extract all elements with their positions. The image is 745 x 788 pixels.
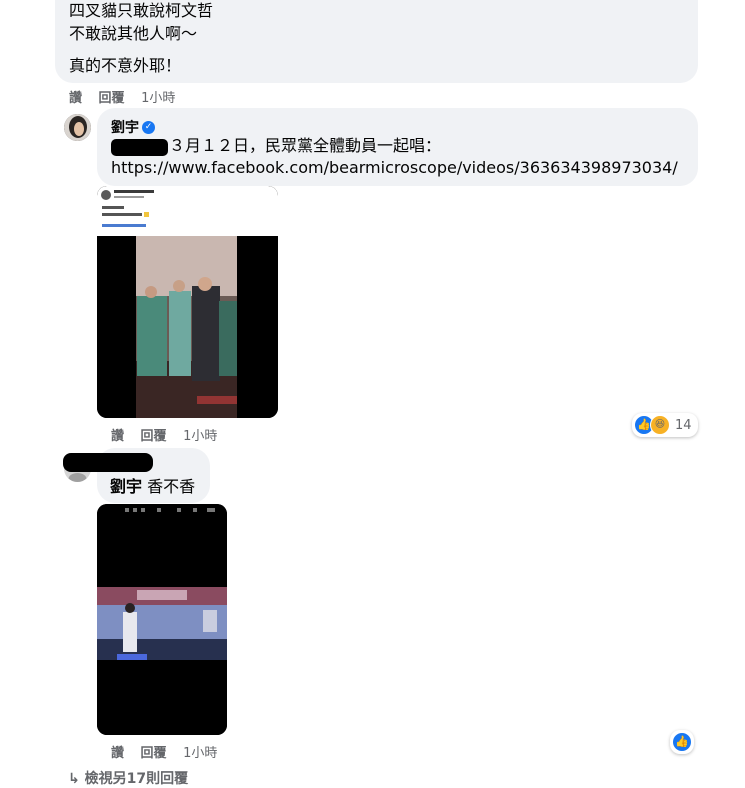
- video-preview-image: [97, 504, 227, 735]
- like-button[interactable]: 讚: [111, 746, 124, 761]
- reaction-summary[interactable]: 👍: [670, 730, 694, 754]
- comment-text-line: 不敢說其他人啊～: [69, 24, 198, 43]
- comment-text: ３月１２日，民眾黨全體動員一起唱：: [169, 136, 442, 155]
- reaction-summary[interactable]: 👍 😆 14: [632, 413, 698, 437]
- mention-link[interactable]: 劉宇: [110, 477, 142, 496]
- comment-actions: 讚 回覆 1小時: [111, 425, 229, 444]
- verified-badge-icon: ✓: [142, 121, 155, 134]
- thumbs-up-icon: 👍: [672, 732, 692, 752]
- view-more-replies-label: 檢視另17則回覆: [84, 771, 189, 787]
- reply-button[interactable]: 回覆: [141, 746, 167, 761]
- like-button[interactable]: 讚: [69, 91, 82, 106]
- attached-screenshot[interactable]: [97, 186, 278, 418]
- comment-author-row: 劉宇 ✓: [111, 117, 155, 137]
- timestamp[interactable]: 1小時: [141, 91, 175, 106]
- comment-text-line: 四叉貓只敢說柯文哲: [69, 1, 214, 20]
- timestamp[interactable]: 1小時: [183, 429, 217, 444]
- reply-button[interactable]: 回覆: [99, 91, 125, 106]
- comment-text-line: 真的不意外耶！: [69, 56, 182, 75]
- redacted-mention: [111, 139, 168, 156]
- timestamp[interactable]: 1小時: [183, 746, 217, 761]
- view-more-replies-link[interactable]: ↳ 檢視另17則回覆: [68, 768, 188, 788]
- haha-icon: 😆: [650, 415, 670, 435]
- reaction-count: 14: [675, 417, 692, 433]
- comment-actions: 讚 回覆 1小時: [111, 742, 229, 761]
- comment-text-row: 劉宇 香不香: [110, 477, 195, 497]
- comment-text: 香不香: [147, 477, 196, 496]
- comment-bubble: 四叉貓只敢說柯文哲 不敢說其他人啊～ 真的不意外耶！: [55, 0, 698, 83]
- video-link[interactable]: https://www.facebook.com/bearmicroscope/…: [111, 157, 678, 179]
- avatar[interactable]: [64, 114, 91, 141]
- like-button[interactable]: 讚: [111, 429, 124, 444]
- screenshot-preview-image: [97, 186, 278, 418]
- author-name[interactable]: 劉宇: [111, 120, 139, 136]
- attached-video[interactable]: [97, 504, 227, 735]
- avatar-photo-icon: [64, 114, 91, 141]
- comment-actions: 讚 回覆 1小時: [69, 87, 187, 106]
- reply-button[interactable]: 回覆: [141, 429, 167, 444]
- reply-arrow-icon: ↳: [68, 771, 80, 787]
- redacted-author-name: [63, 453, 153, 472]
- comment-bubble: 劉宇 ✓ ３月１２日，民眾黨全體動員一起唱： https://www.facebo…: [97, 108, 698, 186]
